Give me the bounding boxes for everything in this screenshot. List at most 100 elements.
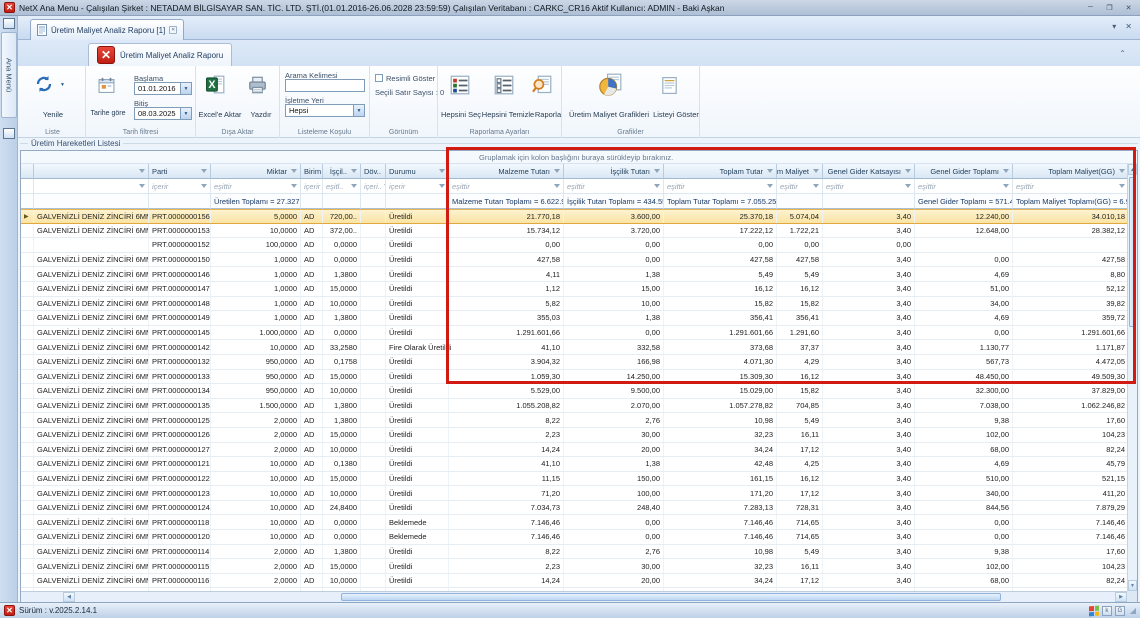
report-label[interactable]: Raporla xyxy=(534,110,562,119)
filter-cell-miktar[interactable]: eşittir xyxy=(211,179,301,194)
column-header-birimm[interactable]: Birim Maliyet xyxy=(777,164,823,179)
table-row[interactable]: GALVENİZLİ DENİZ ZİNCİRİ 6MMPRT.00000001… xyxy=(21,574,1129,589)
table-row[interactable]: GALVENİZLİ DENİZ ZİNCİRİ 6MMPRT.00000001… xyxy=(21,297,1129,312)
business-unit-select[interactable]: Hepsi ▼ xyxy=(285,104,365,117)
filter-cell-toplam[interactable]: eşittir xyxy=(664,179,777,194)
column-header-ggkat[interactable]: Genel Gider Katsayısı xyxy=(823,164,915,179)
vertical-scroll-thumb[interactable] xyxy=(1129,177,1136,327)
scroll-down-icon[interactable]: ▼ xyxy=(1128,580,1137,591)
clear-all-label[interactable]: Hepsini Temizle xyxy=(480,110,536,119)
filter-icon[interactable] xyxy=(139,184,145,188)
column-header-iscil[interactable]: İşçil.. xyxy=(323,164,361,179)
refresh-button[interactable] xyxy=(34,74,54,94)
table-row[interactable]: GALVENİZLİ DENİZ ZİNCİRİ 6MMPRT.00000001… xyxy=(21,340,1129,355)
column-header-ind[interactable] xyxy=(21,164,34,179)
filter-cell-iscilik[interactable]: eşittir xyxy=(564,179,664,194)
column-header-miktar[interactable]: Miktar xyxy=(211,164,301,179)
group-by-panel[interactable]: Gruplamak için kolon başlığını buraya sü… xyxy=(21,151,1137,164)
filter-icon[interactable] xyxy=(767,169,773,173)
table-row[interactable]: ▶GALVENİZLİ DENİZ ZİNCİRİ 6MMPRT.0000000… xyxy=(21,209,1129,224)
chevron-down-icon[interactable]: ▼ xyxy=(180,83,191,94)
tray-icon-2[interactable]: G xyxy=(1115,606,1125,616)
table-row[interactable]: GALVENİZLİ DENİZ ZİNCİRİ 6MMPRT.00000001… xyxy=(21,326,1129,341)
start-date-field[interactable]: 01.01.2016 ▼ xyxy=(134,82,192,95)
filter-icon[interactable] xyxy=(439,184,445,188)
filter-icon[interactable] xyxy=(1003,169,1009,173)
horizontal-scrollbar[interactable]: ◀ ▶ xyxy=(21,591,1127,602)
filter-icon[interactable] xyxy=(201,184,207,188)
table-row[interactable]: GALVENİZLİ DENİZ ZİNCİRİ 6MMPRT.00000001… xyxy=(21,501,1129,516)
date-filter-button[interactable] xyxy=(98,77,115,94)
filter-icon[interactable] xyxy=(201,169,207,173)
cost-charts-label[interactable]: Üretim Maliyet Grafikleri xyxy=(564,110,654,119)
table-row[interactable]: GALVENİZLİ DENİZ ZİNCİRİ 6MMPRT.00000001… xyxy=(21,370,1129,385)
table-row[interactable]: GALVENİZLİ DENİZ ZİNCİRİ 6MMPRT.00000001… xyxy=(21,530,1129,545)
cost-charts-button[interactable] xyxy=(598,73,622,97)
filter-icon[interactable] xyxy=(905,184,911,188)
filter-icon[interactable] xyxy=(291,169,297,173)
filter-icon[interactable] xyxy=(813,169,819,173)
ribbon-tab-active[interactable]: ✕ Üretim Maliyet Analiz Raporu xyxy=(88,43,232,66)
table-row[interactable]: GALVENİZLİ DENİZ ZİNCİRİ 6MMPRT.00000001… xyxy=(21,399,1129,414)
table-row[interactable]: GALVENİZLİ DENİZ ZİNCİRİ 6MMPRT.00000001… xyxy=(21,311,1129,326)
vertical-scrollbar[interactable]: ▲ ▼ xyxy=(1127,164,1137,591)
tray-icon[interactable]: k xyxy=(1102,606,1112,616)
table-row[interactable]: GALVENİZLİ DENİZ ZİNCİRİ 6MMPRT.00000001… xyxy=(21,443,1129,458)
chevron-down-icon[interactable]: ▼ xyxy=(353,105,364,116)
filter-icon[interactable] xyxy=(439,169,445,173)
refresh-dropdown-icon[interactable]: ▼ xyxy=(60,82,65,88)
table-row[interactable]: GALVENİZLİ DENİZ ZİNCİRİ 6MMPRT.00000001… xyxy=(21,472,1129,487)
filter-icon[interactable] xyxy=(351,169,357,173)
table-row[interactable]: GALVENİZLİ DENİZ ZİNCİRİ 6MMPRT.00000001… xyxy=(21,428,1129,443)
scroll-left-icon[interactable]: ◀ xyxy=(63,592,75,602)
filter-cell-ggtop[interactable]: eşittir xyxy=(915,179,1013,194)
table-row[interactable]: GALVENİZLİ DENİZ ZİNCİRİ 6MMPRT.00000001… xyxy=(21,282,1129,297)
dock-panel-icon[interactable] xyxy=(3,18,15,29)
filter-icon[interactable] xyxy=(1003,184,1009,188)
tab-close-icon[interactable]: ✕ xyxy=(169,26,177,34)
table-row[interactable]: GALVENİZLİ DENİZ ZİNCİRİ 6MMPRT.00000001… xyxy=(21,355,1129,370)
filter-icon[interactable] xyxy=(767,184,773,188)
print-button[interactable] xyxy=(248,76,267,94)
filter-icon[interactable] xyxy=(291,184,297,188)
horizontal-scroll-thumb[interactable] xyxy=(341,593,1001,601)
filter-cell-urun[interactable] xyxy=(34,179,149,194)
filter-cell-birim[interactable]: içerir xyxy=(301,179,323,194)
filter-icon[interactable] xyxy=(654,184,660,188)
filter-cell-malzeme[interactable]: eşittir xyxy=(449,179,564,194)
filter-cell-dov[interactable]: içeri.. xyxy=(361,179,386,194)
column-header-birim[interactable]: Birim xyxy=(301,164,323,179)
chevron-down-icon[interactable]: ▼ xyxy=(180,108,191,119)
minimize-icon[interactable]: ─ xyxy=(1083,2,1098,13)
filter-cell-durumu[interactable]: içerir xyxy=(386,179,449,194)
filter-icon[interactable] xyxy=(654,169,660,173)
refresh-button-label[interactable]: Yenile xyxy=(20,110,86,119)
dock-panel-icon-2[interactable] xyxy=(3,128,15,139)
dock-tab-ana-menu[interactable]: Ana Menü xyxy=(1,32,17,118)
table-row[interactable]: GALVENİZLİ DENİZ ZİNCİRİ 6MMPRT.00000001… xyxy=(21,384,1129,399)
scroll-right-icon[interactable]: ▶ xyxy=(1115,592,1127,602)
filter-cell-parti[interactable]: içerir xyxy=(149,179,211,194)
column-header-topmal[interactable]: Toplam Maliyet(GG) xyxy=(1013,164,1129,179)
table-row[interactable]: GALVENİZLİ DENİZ ZİNCİRİ 6MMPRT.00000001… xyxy=(21,267,1129,282)
filter-icon[interactable] xyxy=(1119,169,1125,173)
table-row[interactable]: GALVENİZLİ DENİZ ZİNCİRİ 6MMPRT.00000001… xyxy=(21,457,1129,472)
filter-icon[interactable] xyxy=(139,169,145,173)
close-icon[interactable]: ✕ xyxy=(1121,2,1136,13)
date-filter-button-label[interactable]: Tarihe göre xyxy=(82,110,134,117)
scroll-up-icon[interactable]: ▲ xyxy=(1128,164,1137,175)
select-all-button[interactable] xyxy=(450,75,470,95)
table-row[interactable]: GALVENİZLİ DENİZ ZİNCİRİ 6MMPRT.00000001… xyxy=(21,253,1129,268)
report-button[interactable] xyxy=(532,75,552,95)
filter-icon[interactable] xyxy=(813,184,819,188)
column-header-durumu[interactable]: Durumu xyxy=(386,164,449,179)
table-row[interactable]: GALVENİZLİ DENİZ ZİNCİRİ 6MMPRT.00000001… xyxy=(21,486,1129,501)
filter-icon[interactable] xyxy=(905,169,911,173)
export-excel-label[interactable]: Excel'e Aktar xyxy=(196,110,244,119)
filter-cell-birimm[interactable]: eşittir xyxy=(777,179,823,194)
table-row[interactable]: GALVENİZLİ DENİZ ZİNCİRİ 6MMPRT.00000001… xyxy=(21,224,1129,239)
table-row[interactable]: GALVENİZLİ DENİZ ZİNCİRİ 6MMPRT.00000001… xyxy=(21,559,1129,574)
filter-icon[interactable] xyxy=(351,184,357,188)
restore-icon[interactable]: ❐ xyxy=(1102,2,1117,13)
select-all-label[interactable]: Hepsini Seç xyxy=(440,110,482,119)
